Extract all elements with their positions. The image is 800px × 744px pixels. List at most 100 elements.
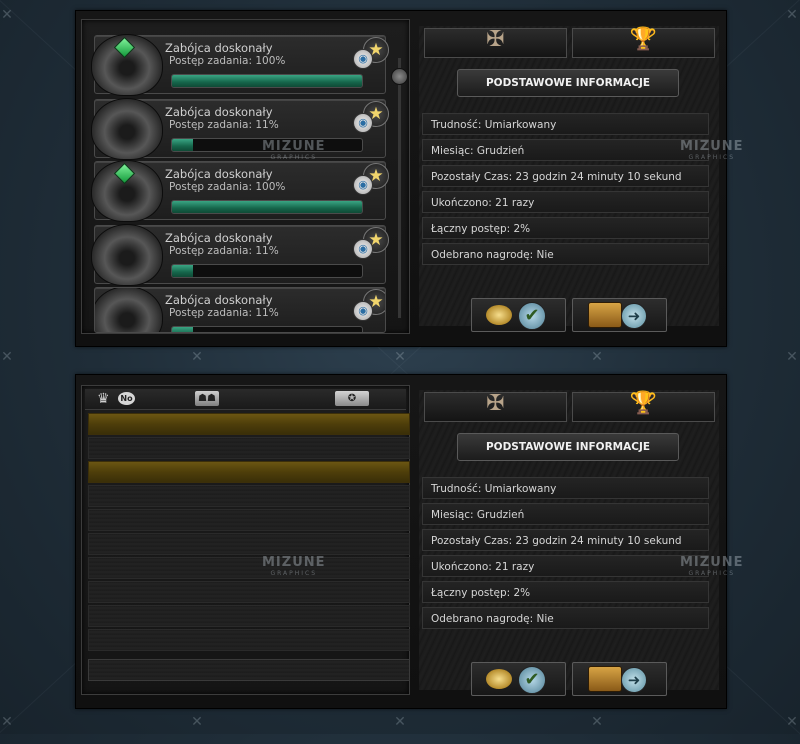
info-month: Miesiąc: Grudzień: [422, 503, 709, 525]
info-section: ✠ 🏆 PODSTAWOWE INFORMACJE Trudność: Umia…: [419, 26, 719, 332]
quest-progress-label: Postęp zadania: 11%: [169, 307, 279, 319]
quest-progress-fill: [172, 139, 193, 151]
eye-icon: ◉: [353, 239, 373, 259]
x-mark-icon: ✕: [591, 714, 603, 730]
watermark: MIZUNE GRAPHICS: [262, 555, 326, 577]
info-total-progress: Łączny postęp: 2%: [422, 581, 709, 603]
players-icon: ☗☗: [195, 391, 219, 406]
coins-icon: [486, 669, 512, 689]
quest-progress-bar: [171, 74, 363, 88]
info-difficulty: Trudność: Umiarkowany: [422, 113, 709, 135]
info-total-progress: Łączny postęp: 2%: [422, 217, 709, 239]
info-reward-claimed: Odebrano nagrodę: Nie: [422, 607, 709, 629]
quest-item[interactable]: Zabójca doskonały Postęp zadania: 11% ★ …: [91, 224, 389, 286]
quest-progress-fill: [172, 201, 362, 213]
info-time-left: Pozostały Czas: 23 godzin 24 minuty 10 s…: [422, 165, 709, 187]
check-icon: ✔: [518, 666, 546, 694]
eye-icon: ◉: [353, 175, 373, 195]
eye-icon: ◉: [353, 301, 373, 321]
quest-progress-fill: [172, 265, 193, 277]
x-mark-icon: ✕: [591, 349, 603, 365]
info-time-left: Pozostały Czas: 23 godzin 24 minuty 10 s…: [422, 529, 709, 551]
quest-progress-label: Postęp zadania: 100%: [169, 181, 286, 193]
quest-progress-fill: [172, 75, 362, 87]
arrow-right-icon: ➜: [621, 667, 647, 693]
quest-details-button[interactable]: ★ ◉: [353, 289, 385, 323]
quest-progress-bar: [171, 264, 363, 278]
quest-title: Zabójca doskonały: [165, 41, 273, 55]
coins-icon: [486, 305, 512, 325]
treasure-chest-icon: [588, 302, 622, 328]
rank-number-badge: No: [118, 392, 135, 405]
table-row[interactable]: [88, 461, 410, 483]
ranking-header: ♛ No ☗☗ ✪: [85, 389, 406, 410]
quest-item[interactable]: Zabójca doskonały Postęp zadania: 11% ★ …: [94, 287, 386, 333]
tab-quest-info[interactable]: ✠: [424, 391, 567, 422]
x-mark-icon: ✕: [786, 349, 798, 365]
skull-emblem-icon: ✠: [486, 27, 505, 52]
info-completed: Ukończono: 21 razy: [422, 555, 709, 577]
tab-quest-info[interactable]: ✠: [424, 27, 567, 58]
table-row[interactable]: [88, 437, 410, 459]
quest-title: Zabójca doskonały: [165, 167, 273, 181]
trophy-icon: 🏆: [629, 391, 658, 416]
watermark: MIZUNE GRAPHICS: [262, 139, 326, 161]
quest-list: Zabójca doskonały Postęp zadania: 100% ★…: [81, 19, 410, 334]
quest-progress-label: Postęp zadania: 100%: [169, 55, 286, 67]
view-rewards-button[interactable]: ➜: [572, 662, 667, 696]
skull-icon: [91, 98, 163, 160]
skull-icon: [95, 288, 163, 332]
quest-details-button[interactable]: ★ ◉: [353, 37, 389, 71]
table-row[interactable]: [88, 509, 410, 531]
table-row[interactable]: [88, 485, 410, 507]
eye-icon: ◉: [353, 113, 373, 133]
x-mark-icon: ✕: [191, 349, 203, 365]
table-row[interactable]: [88, 581, 410, 603]
quest-details-button[interactable]: ★ ◉: [353, 163, 389, 197]
quest-progress-bar: [171, 326, 363, 332]
quest-title: Zabójca doskonały: [165, 231, 273, 245]
scroll-track: [398, 58, 401, 318]
skull-icon: [91, 224, 163, 286]
quest-title: Zabójca doskonały: [165, 105, 273, 119]
ranking-panel: ♛ No ☗☗ ✪ ✠ 🏆 PODSTAWOWE INFORMACJE Trud…: [75, 374, 727, 709]
quest-details-button[interactable]: ★ ◉: [353, 101, 389, 135]
arrow-right-icon: ➜: [621, 303, 647, 329]
quest-details-button[interactable]: ★ ◉: [353, 227, 389, 261]
x-mark-icon: ✕: [394, 714, 406, 730]
claim-reward-button[interactable]: ✔: [471, 662, 566, 696]
info-section: ✠ 🏆 PODSTAWOWE INFORMACJE Trudność: Umia…: [419, 390, 719, 696]
table-row[interactable]: [88, 533, 410, 555]
info-month: Miesiąc: Grudzień: [422, 139, 709, 161]
table-row[interactable]: [88, 629, 410, 651]
trophy-icon: 🏆: [629, 27, 658, 52]
scroll-thumb[interactable]: [391, 68, 408, 85]
watermark: MIZUNE GRAPHICS: [680, 555, 744, 577]
quest-item[interactable]: Zabójca doskonały Postęp zadania: 11% ★ …: [91, 98, 389, 160]
claim-reward-button[interactable]: ✔: [471, 298, 566, 332]
table-row[interactable]: [88, 605, 410, 627]
section-header: PODSTAWOWE INFORMACJE: [457, 433, 679, 461]
quest-item[interactable]: Zabójca doskonały Postęp zadania: 100% ★…: [91, 34, 389, 96]
quest-scrollbar[interactable]: [391, 58, 408, 318]
treasure-chest-icon: [588, 666, 622, 692]
quest-progress-label: Postęp zadania: 11%: [169, 245, 279, 257]
x-mark-icon: ✕: [1, 349, 13, 365]
table-row-self[interactable]: [88, 659, 410, 681]
info-difficulty: Trudność: Umiarkowany: [422, 477, 709, 499]
tab-ranking[interactable]: 🏆: [572, 27, 715, 58]
quest-item[interactable]: Zabójca doskonały Postęp zadania: 100% ★…: [91, 160, 389, 222]
quest-panel: Zabójca doskonały Postęp zadania: 100% ★…: [75, 10, 727, 347]
tab-ranking[interactable]: 🏆: [572, 391, 715, 422]
skull-emblem-icon: ✠: [486, 391, 505, 416]
quest-progress-bar: [171, 200, 363, 214]
check-icon: ✔: [518, 302, 546, 330]
x-mark-icon: ✕: [191, 714, 203, 730]
table-row[interactable]: [88, 413, 410, 435]
eye-icon: ◉: [353, 49, 373, 69]
quest-progress-label: Postęp zadania: 11%: [169, 119, 279, 131]
info-reward-claimed: Odebrano nagrodę: Nie: [422, 243, 709, 265]
table-row[interactable]: [88, 557, 410, 579]
crown-icon: ♛: [97, 391, 110, 407]
view-rewards-button[interactable]: ➜: [572, 298, 667, 332]
